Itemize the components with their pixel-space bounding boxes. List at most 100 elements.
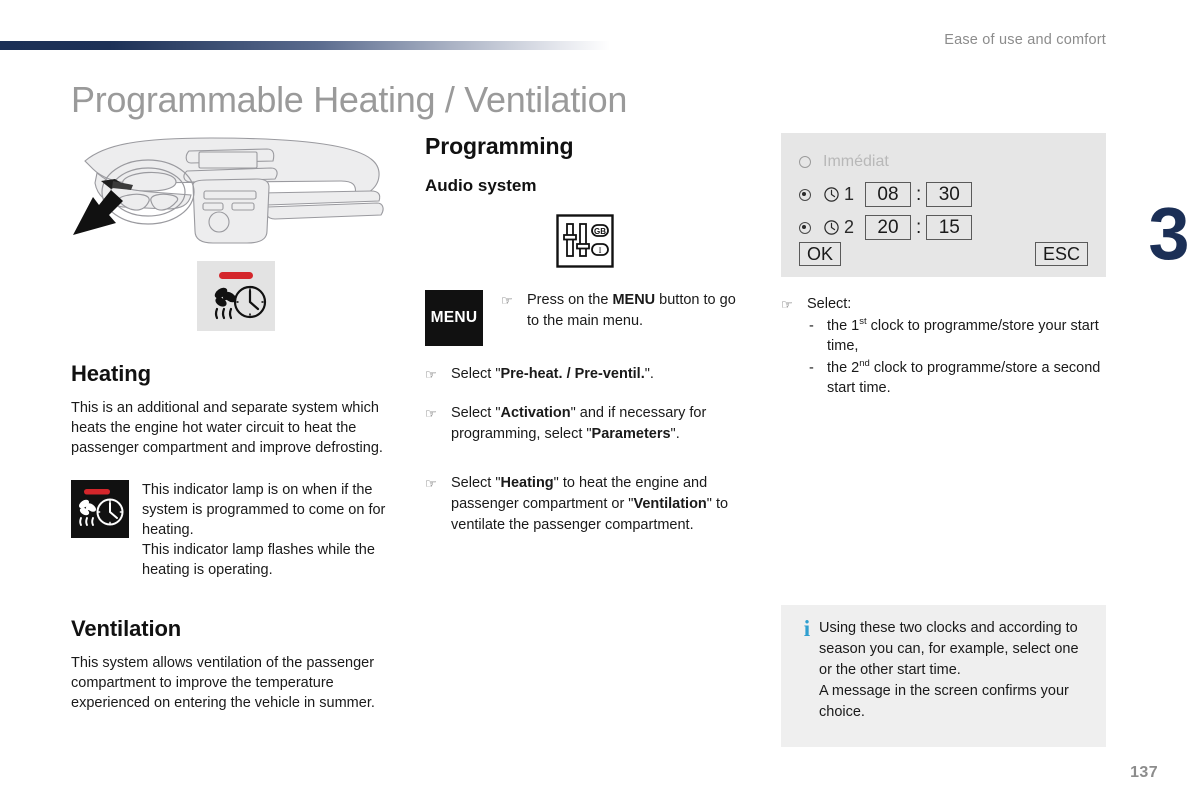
step1-part2: ". — [644, 366, 654, 382]
menu-button-row: MENU ☞ Press on the MENU button to go to… — [425, 290, 745, 346]
select-option-1-text: the 1st clock to programme/store your st… — [827, 316, 1106, 356]
audio-system-subheading: Audio system — [425, 176, 537, 195]
programming-heading: Programming — [425, 133, 574, 159]
pointer-arrow-icon — [73, 190, 123, 235]
clock-icon — [824, 220, 839, 235]
esc-button[interactable]: ESC — [1034, 242, 1088, 266]
dash-marker: - — [809, 360, 814, 376]
chapter-tab: 3 — [1138, 186, 1200, 282]
step-text-2: Select "Activation" and if necessary for… — [451, 403, 745, 445]
screen-row-immediate[interactable]: Immédiat — [799, 145, 1088, 178]
heating-heading: Heating — [71, 361, 151, 386]
option2-pre: the 2 — [827, 360, 860, 376]
ventilation-body: This system allows ventilation of the pa… — [71, 655, 375, 711]
page-title: Programmable Heating / Ventilation — [71, 79, 628, 120]
audio-system-icon-svg: GB I — [556, 214, 614, 268]
radio-clock-1[interactable] — [799, 188, 811, 201]
step-item-3: ☞ Select "Heating" to heat the engine an… — [425, 473, 745, 536]
info-box-line-1: Using these two clocks and according to … — [819, 620, 1079, 678]
header-section-title: Ease of use and comfort — [944, 32, 1106, 48]
step2-part1: Select " — [451, 405, 501, 421]
option1-ordinal: st — [859, 316, 867, 328]
left-column: Heating This is an additional and separa… — [71, 135, 401, 713]
menu-instruction-bold: MENU — [612, 292, 656, 308]
option1-pre: the 1 — [827, 318, 860, 334]
step2-bold2: Parameters — [591, 426, 671, 442]
option2-ordinal: nd — [859, 358, 870, 370]
screen-row-clock-2[interactable]: 2 20 : 15 — [799, 211, 1088, 244]
radio-immediate[interactable] — [799, 155, 811, 168]
step2-part3: ". — [670, 426, 680, 442]
pointing-hand-icon: ☞ — [781, 297, 793, 312]
select-option-2: - the 2nd clock to programme/store a sec… — [807, 358, 1106, 398]
pointing-hand-icon: ☞ — [425, 476, 437, 491]
select-option-2-text: the 2nd clock to programme/store a secon… — [827, 358, 1106, 398]
indicator-lamp-block: This indicator lamp is on when if the sy… — [71, 480, 401, 580]
middle-column: Programming Audio system GB I MENU ☞ Pre… — [425, 133, 745, 536]
screen-footer: OK ESC — [799, 242, 1088, 266]
step2-bold1: Activation — [500, 405, 571, 421]
red-led-indicator — [219, 272, 253, 279]
info-box-text: Using these two clocks and according to … — [819, 618, 1090, 747]
step1-part1: Select " — [451, 366, 501, 382]
menu-instruction: ☞ Press on the MENU button to go to the … — [501, 290, 745, 332]
info-icon: i — [803, 616, 811, 641]
ventilation-section: Ventilation This system allows ventilati… — [71, 616, 401, 713]
right-column: Immédiat 1 08 : 30 2 20 : 15 OK ESC ☞ Se… — [781, 133, 1106, 398]
heating-body: This is an additional and separate syste… — [71, 400, 383, 456]
step-text-1: Select "Pre-heat. / Pre-ventil.". — [451, 364, 654, 385]
clock-1-hours[interactable]: 08 — [865, 182, 911, 207]
programming-screen-panel: Immédiat 1 08 : 30 2 20 : 15 OK ESC — [781, 133, 1106, 277]
clock-2-minutes[interactable]: 15 — [926, 215, 973, 240]
heating-control-button-svg — [197, 261, 275, 331]
audio-icon-gb-label: GB — [594, 227, 606, 236]
clock-icon — [824, 187, 839, 202]
pointing-hand-icon: ☞ — [425, 367, 437, 382]
ventilation-heading: Ventilation — [71, 616, 182, 641]
step-item-2: ☞ Select "Activation" and if necessary f… — [425, 403, 745, 445]
clock-1-minutes[interactable]: 30 — [926, 182, 973, 207]
step-text-3: Select "Heating" to heat the engine and … — [451, 473, 745, 536]
heating-indicator-lamp-icon — [71, 480, 129, 538]
indicator-lamp-line-2: This indicator lamp flashes while the he… — [142, 542, 375, 578]
clock-2-number: 2 — [844, 217, 855, 237]
immediate-label: Immédiat — [823, 152, 889, 170]
time-separator: : — [916, 216, 922, 238]
screen-row-clock-1[interactable]: 1 08 : 30 — [799, 178, 1088, 211]
heating-control-button-icon — [197, 261, 275, 331]
clock-1-number: 1 — [844, 184, 855, 204]
ok-button[interactable]: OK — [799, 242, 842, 266]
step3-bold2: Ventilation — [633, 496, 707, 512]
info-box: i Using these two clocks and according t… — [781, 605, 1106, 747]
clock-2-hours[interactable]: 20 — [865, 215, 911, 240]
red-bar-indicator — [84, 489, 110, 495]
audio-system-icon: GB I — [425, 214, 745, 268]
step-item-1: ☞ Select "Pre-heat. / Pre-ventil.". — [425, 364, 745, 385]
option1-post: clock to programme/store your start time… — [827, 318, 1099, 354]
menu-button[interactable]: MENU — [425, 290, 483, 346]
dashboard-svg — [73, 137, 384, 244]
step3-part1: Select " — [451, 475, 501, 491]
select-instruction-block: ☞ Select: - the 1st clock to programme/s… — [781, 294, 1106, 398]
select-options-list: - the 1st clock to programme/store your … — [807, 316, 1106, 398]
select-option-1: - the 1st clock to programme/store your … — [807, 316, 1106, 356]
pointing-hand-icon: ☞ — [425, 406, 437, 421]
radio-clock-2[interactable] — [799, 221, 811, 234]
dashboard-illustration — [71, 135, 401, 253]
audio-icon-i-label: I — [599, 245, 602, 255]
pointing-hand-icon: ☞ — [501, 293, 513, 308]
step3-bold1: Heating — [500, 475, 554, 491]
time-separator: : — [916, 183, 922, 205]
menu-instruction-text: Press on the MENU button to go to the ma… — [527, 290, 745, 332]
programming-steps: ☞ Select "Pre-heat. / Pre-ventil.". ☞ Se… — [425, 364, 745, 536]
step1-bold1: Pre-heat. / Pre-ventil. — [500, 366, 645, 382]
page-number: 137 — [1130, 764, 1158, 781]
select-instruction-body: Select: - the 1st clock to programme/sto… — [807, 294, 1106, 398]
menu-instruction-before: Press on the — [527, 292, 613, 308]
indicator-lamp-line-1: This indicator lamp is on when if the sy… — [142, 482, 386, 538]
select-heading: Select: — [807, 296, 852, 312]
header-accent-bar — [0, 41, 610, 50]
chapter-number: 3 — [1148, 192, 1190, 275]
heating-section: Heating This is an additional and separa… — [71, 361, 401, 458]
dash-marker: - — [809, 318, 814, 334]
